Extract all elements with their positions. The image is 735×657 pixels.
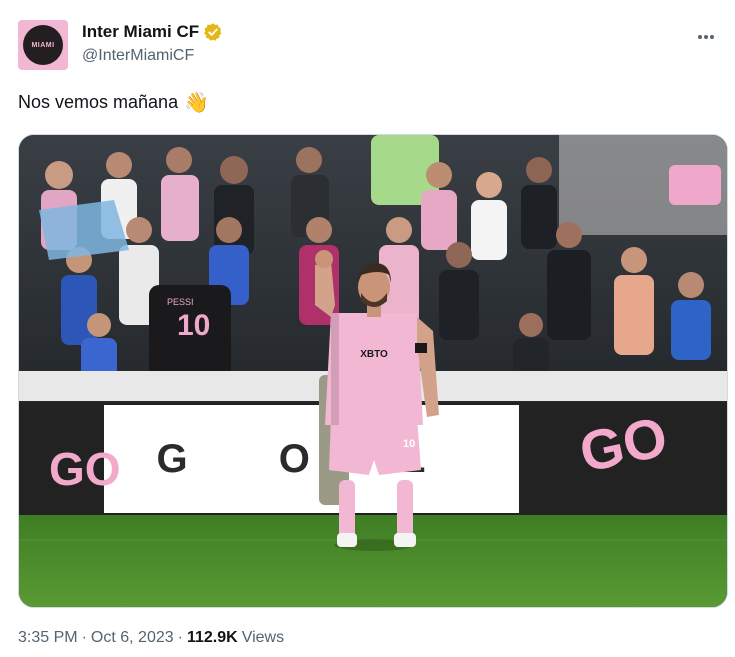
tweet-footer: 3:35 PM · Oct 6, 2023 · 112.9K Views xyxy=(18,629,284,647)
footer-separator: · xyxy=(177,629,183,646)
waving-hand-icon: 👋 xyxy=(184,91,209,114)
views-count: 112.9K xyxy=(186,629,238,646)
tweet-photo[interactable]: PESSI 10 G O L GO GO 10 XBTO xyxy=(18,134,728,608)
jersey-player-name: PESSI xyxy=(167,297,194,307)
verified-badge-icon xyxy=(204,23,222,41)
avatar[interactable]: MIAMI xyxy=(18,20,68,70)
name-row: Inter Miami CF xyxy=(82,22,223,42)
inter-miami-crest-icon: MIAMI xyxy=(23,25,63,65)
photo-scene: PESSI 10 G O L GO GO 10 XBTO xyxy=(19,135,727,607)
footer-separator: · xyxy=(81,629,87,646)
pitch-grass xyxy=(19,515,727,607)
shirt-sponsor: XBTO xyxy=(360,349,388,360)
board-text-left: GO xyxy=(49,443,121,495)
tweet-time[interactable]: 3:35 PM xyxy=(18,629,78,647)
jersey-player-number: 10 xyxy=(177,309,210,342)
crowd-pink-jersey-fan: PESSI 10 xyxy=(149,285,231,380)
more-options-icon[interactable] xyxy=(697,26,721,46)
tweet-header: MIAMI Inter Miami CF @InterMiamiCF xyxy=(18,20,723,72)
views-label: Views xyxy=(241,629,285,646)
display-name[interactable]: Inter Miami CF xyxy=(82,22,199,42)
crowd-flag xyxy=(39,200,129,260)
shorts-number: 10 xyxy=(403,438,415,450)
tweet-date[interactable]: Oct 6, 2023 xyxy=(91,629,174,647)
avatar-crest-text: MIAMI xyxy=(31,41,55,49)
account-handle[interactable]: @InterMiamiCF xyxy=(82,47,194,65)
tweet-text: Nos vemos mañana 👋 xyxy=(18,92,209,113)
tweet-text-content: Nos vemos mañana xyxy=(18,92,179,112)
